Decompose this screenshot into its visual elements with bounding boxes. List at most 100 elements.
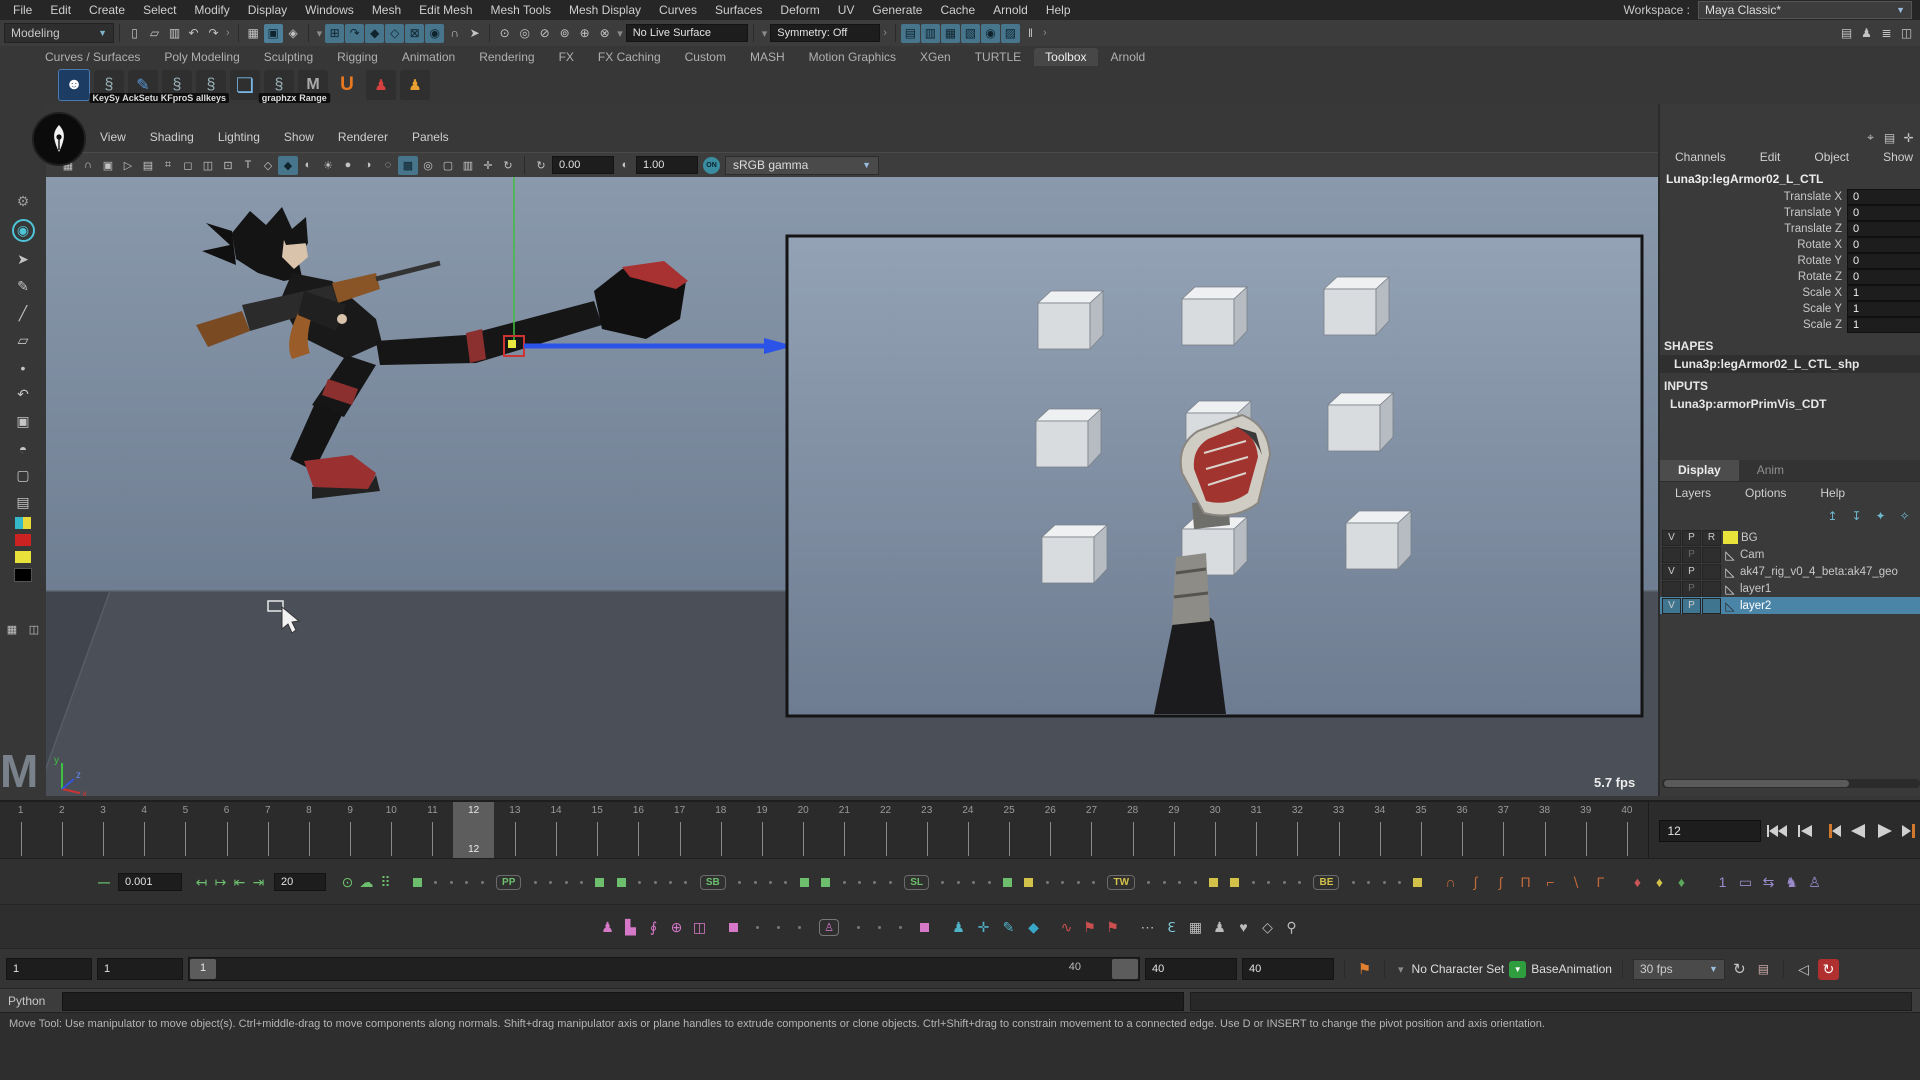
pause-viewport-icon[interactable]: ‖ <box>1021 24 1040 43</box>
frame-31[interactable]: 31 <box>1236 802 1277 860</box>
move-layer-up-icon[interactable]: ↥ <box>1823 506 1842 525</box>
frame-15[interactable]: 15 <box>577 802 618 860</box>
pose-key-dot[interactable] <box>1383 881 1386 884</box>
channel-value-field[interactable]: 1 <box>1847 301 1920 317</box>
channel-value-field[interactable]: 1 <box>1847 285 1920 301</box>
graphzx-shelf-button[interactable]: §graphzx <box>264 70 294 100</box>
menu-mesh-display[interactable]: Mesh Display <box>560 3 650 17</box>
shelf-tab-rendering[interactable]: Rendering <box>468 48 545 66</box>
layer-reference-toggle[interactable]: R <box>1702 530 1721 546</box>
frame-20[interactable]: 20 <box>783 802 824 860</box>
layout-grid-icon[interactable]: ▦ <box>3 620 22 639</box>
silhouette-shelf-button[interactable]: ☻ <box>58 69 90 101</box>
next-frame-key-icon[interactable]: ⇥ <box>249 873 268 892</box>
frame-6[interactable]: 6 <box>206 802 247 860</box>
pink-key-square[interactable] <box>920 923 929 932</box>
pose-key-square[interactable] <box>1413 878 1422 887</box>
open-scene-icon[interactable]: ▱ <box>145 24 164 43</box>
viewport-menu-view[interactable]: View <box>90 130 136 144</box>
shelf-tab-fx-caching[interactable]: FX Caching <box>587 48 672 66</box>
viewport-menu-renderer[interactable]: Renderer <box>328 130 398 144</box>
shelf-tab-fx[interactable]: FX <box>548 48 585 66</box>
trash-icon[interactable]: ▣ <box>14 412 33 431</box>
s-curve-icon[interactable]: ∮ <box>644 918 663 937</box>
layer-playback-toggle[interactable]: P <box>1682 530 1701 546</box>
channel-value-field[interactable]: 0 <box>1847 189 1920 205</box>
line-tool-icon[interactable]: ╱ <box>14 304 33 323</box>
select-cursor-icon[interactable]: ➤ <box>14 250 33 269</box>
robot-red-shelf-button[interactable]: ♟ <box>366 70 396 100</box>
snap-point-icon[interactable]: ◆ <box>365 24 384 43</box>
chevron-down-icon[interactable]: ▾ <box>1395 963 1407 976</box>
allkeys-shelf-button[interactable]: §allkeys <box>196 70 226 100</box>
channel-box-toggle-icon[interactable]: ≣ <box>1877 24 1896 43</box>
snap-grid-icon[interactable]: ⊞ <box>325 24 344 43</box>
pose-badge-pp[interactable]: PP <box>496 875 521 890</box>
channel-value-field[interactable]: 0 <box>1847 269 1920 285</box>
pose-key-dot[interactable] <box>549 881 552 884</box>
one-click-key-icon[interactable]: 1 <box>1713 873 1732 892</box>
move-layer-down-icon[interactable]: ↧ <box>1847 506 1866 525</box>
cube[interactable] <box>1328 393 1393 451</box>
redo-icon[interactable]: ↷ <box>204 24 223 43</box>
menu-display[interactable]: Display <box>239 3 296 17</box>
pose-key-dot[interactable] <box>1298 881 1301 884</box>
eye-tool-icon[interactable]: ◉ <box>12 219 35 242</box>
grid-table-icon[interactable]: ▦ <box>1186 918 1205 937</box>
menu-edit-mesh[interactable]: Edit Mesh <box>410 3 481 17</box>
ease-s-icon[interactable]: ∫ <box>1466 873 1485 892</box>
running-man-icon[interactable]: ♞ <box>1782 873 1801 892</box>
layer-visibility-toggle[interactable]: V <box>1662 530 1681 546</box>
pin-channel-box-icon[interactable]: ⌖ <box>1861 128 1880 147</box>
layer-visibility-toggle[interactable] <box>1662 581 1681 597</box>
gear-icon[interactable]: ⚙ <box>14 192 33 211</box>
channel-menu-show[interactable]: Show <box>1874 150 1920 164</box>
frame-14[interactable]: 14 <box>535 802 576 860</box>
layer-name[interactable]: layer1 <box>1739 583 1771 595</box>
safe-title-icon[interactable]: T <box>238 156 258 175</box>
live-surface-field[interactable]: No Live Surface <box>626 24 748 42</box>
pen-icon[interactable]: ✎ <box>999 918 1018 937</box>
frame-35[interactable]: 35 <box>1400 802 1441 860</box>
pose-key-dot[interactable] <box>988 881 991 884</box>
pen-nib-logo-icon[interactable] <box>32 112 86 166</box>
range-start-handle[interactable]: 1 <box>190 959 216 979</box>
menu-cache[interactable]: Cache <box>931 3 984 17</box>
fps-dropdown[interactable]: 30 fps ▼ <box>1633 959 1725 980</box>
layer-scrollbar[interactable] <box>1662 779 1920 788</box>
layer-row-layer1[interactable]: P◺layer1 <box>1660 580 1920 597</box>
bookmark-icon[interactable]: ▷ <box>118 156 138 175</box>
diamond-icon[interactable]: ◆ <box>1024 918 1043 937</box>
pivot-icon[interactable]: ✛ <box>974 918 993 937</box>
pose-key-square[interactable] <box>821 878 830 887</box>
frame-18[interactable]: 18 <box>700 802 741 860</box>
layer-row-bg[interactable]: VPRBG <box>1660 529 1920 546</box>
pose-badge-tw[interactable]: TW <box>1107 875 1135 890</box>
frame-1[interactable]: 1 <box>0 802 41 860</box>
frame-29[interactable]: 29 <box>1153 802 1194 860</box>
pose-key-dot[interactable] <box>957 881 960 884</box>
next-key-icon[interactable]: ↦ <box>211 873 230 892</box>
undo-arrow-icon[interactable]: ↶ <box>14 385 33 404</box>
cube-shelf-button[interactable]: ❏ <box>230 70 260 100</box>
shelf-tab-poly-modeling[interactable]: Poly Modeling <box>153 48 250 66</box>
pose-key-dot[interactable] <box>754 881 757 884</box>
gamma-dropdown[interactable]: sRGB gamma ▼ <box>725 156 879 175</box>
pose-key-dot[interactable] <box>1178 881 1181 884</box>
frame-32[interactable]: 32 <box>1277 802 1318 860</box>
pose-key-dot[interactable] <box>580 881 583 884</box>
pose-key-dot[interactable] <box>1194 881 1197 884</box>
layer-triangle-icon[interactable]: ◺ <box>1722 599 1738 613</box>
image-plane-icon[interactable]: ▤ <box>138 156 158 175</box>
animation-end-field[interactable]: 40 <box>1242 958 1334 980</box>
pose-key-dot[interactable] <box>858 881 861 884</box>
pink-key-square[interactable] <box>729 923 738 932</box>
prev-frame-key-icon[interactable]: ⇤ <box>230 873 249 892</box>
pose-key-square[interactable] <box>617 878 626 887</box>
layer-reference-toggle[interactable] <box>1702 564 1721 580</box>
xray-ring-icon[interactable]: ⊗ <box>595 24 614 43</box>
frame-33[interactable]: 33 <box>1318 802 1359 860</box>
channel-menu-object[interactable]: Object <box>1805 150 1858 164</box>
channel-label[interactable]: Scale Y <box>1660 303 1847 315</box>
layer-triangle-icon[interactable]: ◺ <box>1722 548 1738 562</box>
